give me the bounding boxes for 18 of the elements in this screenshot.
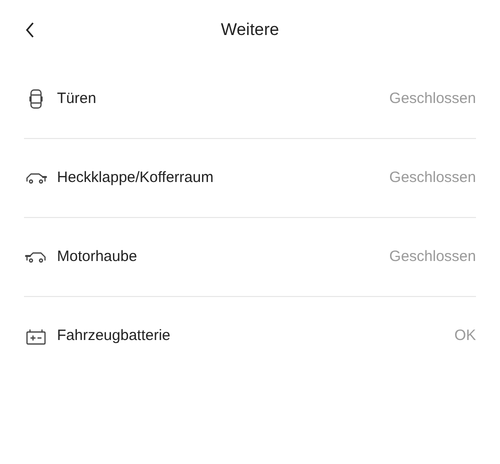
list-row[interactable]: Fahrzeugbatterie OK (24, 316, 476, 356)
car-top-view-icon (29, 89, 43, 109)
back-chevron-icon (25, 22, 35, 38)
list-row[interactable]: Türen Geschlossen (24, 79, 476, 119)
battery-icon (26, 328, 46, 344)
status-text: Geschlossen (389, 88, 476, 109)
status-text: Geschlossen (389, 246, 476, 267)
status-text: Geschlossen (389, 168, 476, 188)
item-label: Motorhaube (57, 246, 138, 267)
status-text: OK (454, 326, 476, 346)
page-title: Weitere (220, 19, 280, 42)
car-side-icon (25, 251, 47, 263)
list-row[interactable]: Motorhaube Geschlossen (24, 237, 476, 277)
item-label: Türen (57, 88, 96, 109)
item-label: Fahrzeugbatterie (57, 326, 170, 346)
list-row[interactable]: Heckklappe/Kofferraum Geschlossen (24, 158, 476, 198)
item-label: Heckklappe/Kofferraum (57, 168, 214, 188)
car-side-icon (25, 172, 47, 184)
